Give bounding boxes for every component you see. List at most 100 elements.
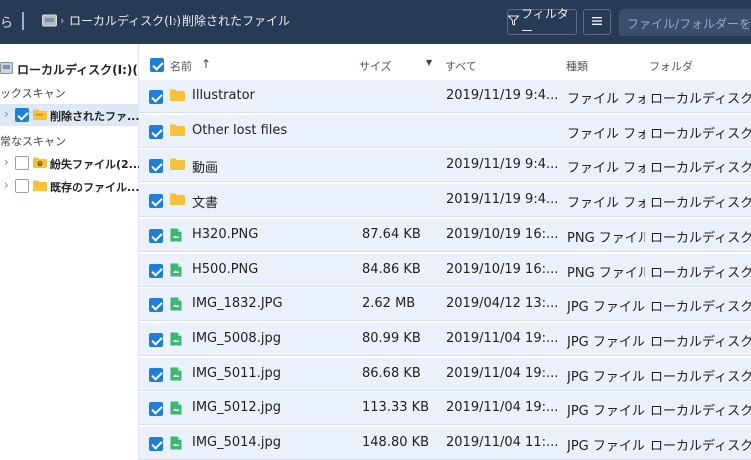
drive-icon	[42, 14, 57, 27]
filter-button[interactable]: フィルター	[507, 7, 577, 38]
section-quick-scan: ックスキャン	[0, 81, 138, 103]
filter-label: フィルター	[521, 7, 569, 38]
sidebar-item-checkbox[interactable]	[15, 108, 29, 122]
row-checkbox[interactable]	[149, 124, 163, 139]
cell-type: ファイル フォ...	[567, 161, 645, 177]
cell-folder: ローカルディスク(I:)¥	[650, 300, 751, 316]
cell-type: JPG ファイル	[567, 404, 645, 420]
cell-type: ファイル フォ...	[567, 196, 645, 212]
cell-type: JPG ファイル	[567, 369, 645, 385]
lost-folder-icon	[33, 157, 47, 171]
column-header-type[interactable]: 種類	[566, 58, 588, 74]
cell-date: 2019/11/04 11:...	[446, 435, 558, 450]
table-row[interactable]: H320.PNG 87.64 KB 2019/10/19 16:... PNG ファイ…	[139, 218, 751, 252]
cell-date: 2019/11/04 19:...	[446, 400, 558, 416]
table-row[interactable]: 動画 2019/11/19 9:4... ファイル フォ... ローカルディスク(I:…	[139, 149, 751, 183]
folder-icon	[170, 124, 185, 140]
sidebar-root-drive[interactable]: ローカルディスク(I:)(...	[0, 58, 152, 80]
file-list: 名前 ↑ サイズ ▼ すべて 種類 フォルダ Illustrator 2019/1…	[139, 44, 751, 460]
table-row[interactable]: IMG_1832.JPG 2.62 MB 2019/04/12 13:... JPG …	[139, 288, 751, 322]
sidebar-item-label: 紛失ファイル(2...	[50, 158, 142, 171]
breadcrumb-folder[interactable]: 削除されたファイル	[182, 12, 290, 29]
chevron-right-icon[interactable]: ›	[4, 155, 9, 169]
table-row[interactable]: IMG_5008.jpg 80.99 KB 2019/11/04 19:... JPG…	[139, 322, 751, 356]
sidebar: ローカルディスク(I:)(... ックスキャン › 削除されたファ... 常なス…	[0, 44, 152, 460]
image-file-icon	[170, 228, 182, 246]
sidebar-item-deleted-files[interactable]: › 削除されたファ...	[0, 104, 140, 126]
cell-size: 148.80 KB	[362, 435, 430, 450]
table-row[interactable]: 文書 2019/11/19 9:4... ファイル フォ... ローカルディスク(I:…	[139, 184, 751, 218]
cell-size: 80.99 KB	[362, 330, 421, 346]
cell-folder: ローカルディスク(I:)¥	[650, 126, 751, 142]
table-row[interactable]: H500.PNG 84.86 KB 2019/10/19 16:... PNG ファイ…	[139, 253, 751, 287]
cell-date: 2019/11/19 9:4...	[446, 157, 558, 173]
sidebar-item-checkbox[interactable]	[15, 179, 29, 193]
folder-icon	[170, 158, 185, 174]
image-file-icon	[170, 263, 182, 281]
table-row[interactable]: IMG_5012.jpg 113.33 KB 2019/11/04 19:... JP…	[139, 392, 751, 426]
top-toolbar: ら › ローカルディスク(I:) › 削除されたファイル フィルター ファイル/…	[0, 0, 751, 44]
sort-ascending-icon[interactable]: ↑	[201, 57, 211, 71]
cell-size: 2.62 MB	[362, 296, 416, 312]
cell-date: 2019/10/19 16:...	[446, 226, 558, 242]
search-input[interactable]: ファイル/フォルダーを検索	[619, 9, 751, 36]
cell-name: H320.PNG	[192, 226, 259, 242]
row-checkbox[interactable]	[149, 194, 163, 209]
table-row[interactable]: IMG_5014.jpg 148.80 KB 2019/11/04 11:... JP…	[139, 427, 751, 460]
row-checkbox[interactable]	[149, 332, 163, 347]
drive-icon	[0, 62, 13, 74]
folder-icon	[170, 193, 185, 209]
hamburger-menu-icon	[591, 15, 603, 30]
section-label: 常なスキャン	[0, 135, 66, 148]
row-checkbox[interactable]	[149, 90, 163, 104]
sidebar-item-existing-files[interactable]: › 既存のファイル...	[0, 175, 140, 197]
cell-folder: ローカルディスク(I:)¥	[650, 161, 751, 177]
date-filter-dropdown[interactable]: すべて	[445, 58, 477, 74]
image-file-icon	[170, 436, 182, 454]
cell-date: 2019/11/19 9:4...	[446, 88, 558, 103]
cell-name: IMG_5008.jpg	[192, 330, 281, 346]
view-menu-button[interactable]	[583, 9, 611, 35]
image-file-icon	[170, 332, 182, 350]
row-checkbox[interactable]	[149, 298, 163, 313]
table-row[interactable]: Illustrator 2019/11/19 9:4... ファイル フォ... ロー…	[139, 80, 751, 113]
image-file-icon	[170, 401, 182, 419]
cell-type: ファイル フォ...	[567, 126, 645, 142]
row-checkbox[interactable]	[149, 159, 163, 174]
dropdown-arrow-icon[interactable]: ▼	[426, 58, 432, 67]
column-header-name[interactable]: 名前	[170, 58, 192, 74]
column-header-folder[interactable]: フォルダ	[649, 58, 693, 74]
cell-name: H500.PNG	[192, 261, 259, 277]
breadcrumb-drive[interactable]: ローカルディスク(I:)	[69, 12, 181, 29]
table-header: 名前 ↑ サイズ ▼ すべて 種類 フォルダ	[139, 52, 751, 80]
section-label: ックスキャン	[0, 87, 66, 100]
cell-name: 動画	[192, 161, 219, 177]
cell-name: IMG_5012.jpg	[192, 400, 281, 416]
cell-name: Other lost files	[192, 122, 288, 138]
breadcrumb-separator: ›	[173, 14, 178, 27]
cell-type: ファイル フォ...	[567, 92, 645, 107]
row-checkbox[interactable]	[149, 367, 163, 382]
column-header-size[interactable]: サイズ	[359, 58, 392, 74]
row-checkbox[interactable]	[149, 263, 163, 278]
cell-name: IMG_5011.jpg	[192, 365, 281, 381]
sidebar-item-checkbox[interactable]	[15, 156, 29, 170]
table-row[interactable]: IMG_5011.jpg 86.68 KB 2019/11/04 19:... JPG…	[139, 357, 751, 391]
row-checkbox[interactable]	[149, 402, 163, 417]
sidebar-item-lost-files[interactable]: › 紛失ファイル(2...	[0, 152, 142, 174]
cell-folder: ローカルディスク(I:)¥	[650, 404, 751, 420]
chevron-right-icon[interactable]: ›	[4, 178, 9, 192]
cell-type: JPG ファイル	[567, 300, 645, 316]
select-all-checkbox[interactable]	[150, 58, 164, 72]
table-row[interactable]: Other lost files ファイル フォ... ローカルディスク(I:)¥	[139, 114, 751, 148]
row-checkbox[interactable]	[149, 437, 163, 451]
folder-icon	[33, 109, 47, 123]
row-checkbox[interactable]	[149, 228, 163, 243]
cell-folder: ローカルディスク(I:)¥	[650, 439, 751, 454]
cell-date: 2019/11/04 19:...	[446, 330, 558, 346]
back-label[interactable]: ら	[0, 12, 13, 31]
cell-folder: ローカルディスク(I:)¥	[650, 196, 751, 212]
chevron-right-icon[interactable]: ›	[4, 107, 9, 121]
cell-name: 文書	[192, 196, 219, 212]
image-file-icon	[170, 297, 182, 315]
